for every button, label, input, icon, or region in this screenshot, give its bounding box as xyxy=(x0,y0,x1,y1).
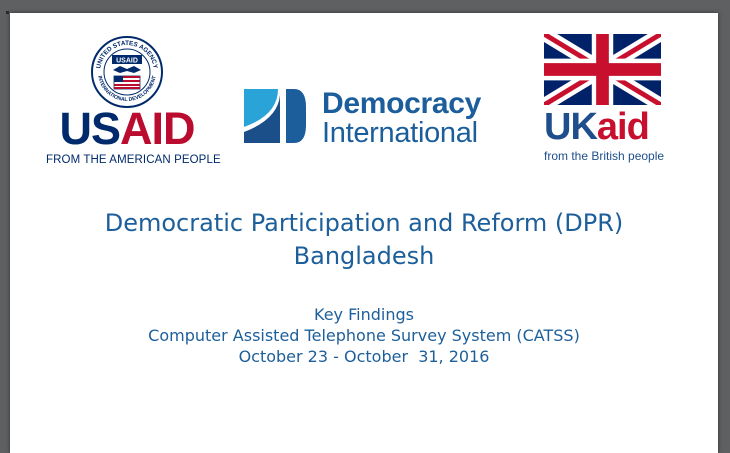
ukaid-wordmark-uk: UK xyxy=(544,106,598,148)
usaid-logo: UNITED STATES AGENCY INTERNATIONAL DEVEL… xyxy=(46,35,221,170)
ukaid-wordmark: UKaid xyxy=(544,107,664,147)
window-edge-marker xyxy=(6,11,9,14)
usaid-seal-icon: UNITED STATES AGENCY INTERNATIONAL DEVEL… xyxy=(91,36,163,108)
ukaid-tagline: from the British people xyxy=(544,149,665,163)
report-title-line2: Bangladesh xyxy=(293,242,435,270)
subtitle-key-findings: Key Findings xyxy=(314,305,414,324)
subtitle-date-range: October 23 - October 31, 2016 xyxy=(238,347,490,366)
democracy-international-line2: International xyxy=(322,117,478,149)
subtitle-survey-system: Computer Assisted Telephone Survey Syste… xyxy=(148,326,580,345)
democracy-international-logo: Democracy International xyxy=(242,87,512,149)
usaid-tagline: FROM THE AMERICAN PEOPLE xyxy=(46,154,221,166)
usaid-wordmark-aid: AID xyxy=(120,103,195,154)
usaid-wordmark-us: US xyxy=(59,103,121,154)
ukaid-wordmark-aid: aid xyxy=(596,106,650,148)
document-page: UNITED STATES AGENCY INTERNATIONAL DEVEL… xyxy=(10,13,718,453)
democracy-international-mark-icon xyxy=(244,89,306,143)
usaid-wordmark: USAID xyxy=(46,105,208,153)
usaid-seal-label: USAID xyxy=(116,57,138,64)
union-jack-flag-icon xyxy=(544,34,661,105)
democracy-international-line1: Democracy xyxy=(322,87,482,120)
ukaid-logo: UKaid from the British people xyxy=(544,34,664,169)
report-title-line1: Democratic Participation and Reform (DPR… xyxy=(104,209,624,237)
